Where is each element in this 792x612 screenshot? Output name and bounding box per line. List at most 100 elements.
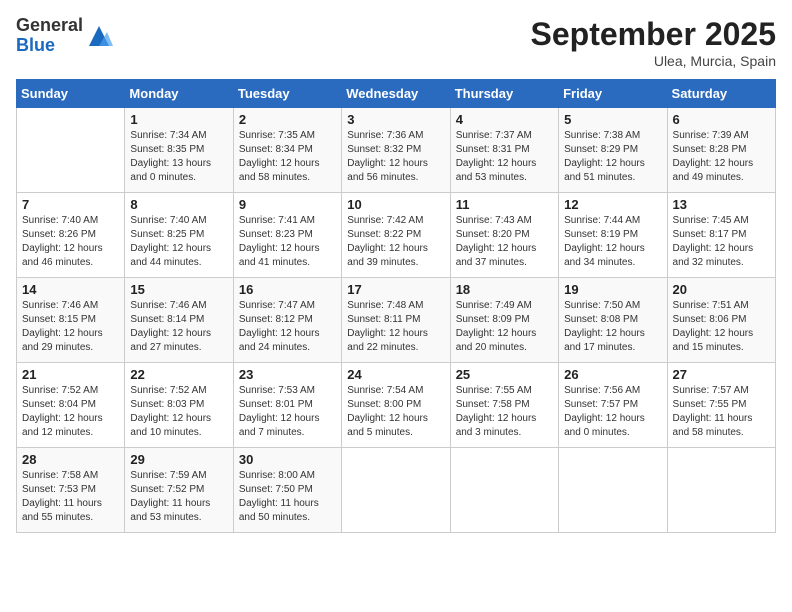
calendar-cell: 28Sunrise: 7:58 AMSunset: 7:53 PMDayligh… [17, 448, 125, 533]
calendar-cell: 20Sunrise: 7:51 AMSunset: 8:06 PMDayligh… [667, 278, 775, 363]
day-info: Sunrise: 7:38 AMSunset: 8:29 PMDaylight:… [564, 129, 661, 185]
day-info: Sunrise: 7:37 AMSunset: 8:31 PMDaylight:… [456, 129, 553, 185]
calendar-cell: 26 Sunrise: 7:56 AMSunset: 7:57 PMDayligh… [559, 363, 667, 448]
day-info: Sunrise: 7:52 AMSunset: 8:04 PMDaylight:… [22, 384, 119, 440]
day-number: 27 [673, 367, 770, 382]
day-info: Sunrise: 7:49 AMSunset: 8:09 PMDaylight:… [456, 299, 553, 355]
calendar-cell [450, 448, 558, 533]
calendar-cell: 18 Sunrise: 7:49 AMSunset: 8:09 PMDayligh… [450, 278, 558, 363]
week-row-5: 28Sunrise: 7:58 AMSunset: 7:53 PMDayligh… [17, 448, 776, 533]
day-number: 29 [130, 452, 227, 467]
day-number: 17 [347, 282, 444, 297]
day-info: Sunrise: 7:40 AMSunset: 8:25 PMDaylight:… [130, 214, 227, 270]
calendar-cell: 15Sunrise: 7:46 AMSunset: 8:14 PMDayligh… [125, 278, 233, 363]
day-info: Sunrise: 7:35 AMSunset: 8:34 PMDaylight:… [239, 129, 336, 185]
calendar-cell: 29 Sunrise: 7:59 AMSunset: 7:52 PMDayligh… [125, 448, 233, 533]
day-info: Sunrise: 7:53 AMSunset: 8:01 PMDaylight:… [239, 384, 336, 440]
weekday-header-tuesday: Tuesday [233, 80, 341, 108]
day-info: Sunrise: 7:52 AMSunset: 8:03 PMDaylight:… [130, 384, 227, 440]
month-title: September 2025 [531, 16, 776, 53]
day-info: Sunrise: 7:43 AMSunset: 8:20 PMDaylight:… [456, 214, 553, 270]
day-info: Sunrise: 7:40 AMSunset: 8:26 PMDaylight:… [22, 214, 119, 270]
calendar-cell [559, 448, 667, 533]
calendar-cell: 6Sunrise: 7:39 AMSunset: 8:28 PMDaylight… [667, 108, 775, 193]
day-info: Sunrise: 7:54 AMSunset: 8:00 PMDaylight:… [347, 384, 444, 440]
calendar-table: SundayMondayTuesdayWednesdayThursdayFrid… [16, 79, 776, 533]
weekday-header-row: SundayMondayTuesdayWednesdayThursdayFrid… [17, 80, 776, 108]
logo-general: General [16, 16, 83, 36]
day-number: 30 [239, 452, 336, 467]
day-number: 4 [456, 112, 553, 127]
day-info: Sunrise: 7:59 AMSunset: 7:52 PMDaylight:… [130, 469, 227, 525]
day-info: Sunrise: 7:42 AMSunset: 8:22 PMDaylight:… [347, 214, 444, 270]
day-info: Sunrise: 7:46 AMSunset: 8:14 PMDaylight:… [130, 299, 227, 355]
weekday-header-friday: Friday [559, 80, 667, 108]
day-info: Sunrise: 7:50 AMSunset: 8:08 PMDaylight:… [564, 299, 661, 355]
day-number: 14 [22, 282, 119, 297]
location: Ulea, Murcia, Spain [531, 53, 776, 69]
day-number: 5 [564, 112, 661, 127]
day-number: 18 [456, 282, 553, 297]
weekday-header-saturday: Saturday [667, 80, 775, 108]
calendar-cell: 19 Sunrise: 7:50 AMSunset: 8:08 PMDayligh… [559, 278, 667, 363]
calendar-cell: 23 Sunrise: 7:53 AMSunset: 8:01 PMDayligh… [233, 363, 341, 448]
weekday-header-thursday: Thursday [450, 80, 558, 108]
day-info: Sunrise: 7:45 AMSunset: 8:17 PMDaylight:… [673, 214, 770, 270]
day-info: Sunrise: 7:57 AMSunset: 7:55 PMDaylight:… [673, 384, 770, 440]
calendar-cell: 9 Sunrise: 7:41 AMSunset: 8:23 PMDaylight… [233, 193, 341, 278]
week-row-3: 14 Sunrise: 7:46 AMSunset: 8:15 PMDayligh… [17, 278, 776, 363]
title-block: September 2025 Ulea, Murcia, Spain [531, 16, 776, 69]
day-number: 10 [347, 197, 444, 212]
week-row-4: 21 Sunrise: 7:52 AMSunset: 8:04 PMDayligh… [17, 363, 776, 448]
day-info: Sunrise: 7:56 AMSunset: 7:57 PMDaylight:… [564, 384, 661, 440]
calendar-cell: 3 Sunrise: 7:36 AMSunset: 8:32 PMDaylight… [342, 108, 450, 193]
calendar-cell: 11 Sunrise: 7:43 AMSunset: 8:20 PMDayligh… [450, 193, 558, 278]
day-number: 13 [673, 197, 770, 212]
calendar-cell: 8 Sunrise: 7:40 AMSunset: 8:25 PMDaylight… [125, 193, 233, 278]
day-number: 24 [347, 367, 444, 382]
day-info: Sunrise: 7:51 AMSunset: 8:06 PMDaylight:… [673, 299, 770, 355]
calendar-cell: 12 Sunrise: 7:44 AMSunset: 8:19 PMDayligh… [559, 193, 667, 278]
weekday-header-monday: Monday [125, 80, 233, 108]
day-info: Sunrise: 7:41 AMSunset: 8:23 PMDaylight:… [239, 214, 336, 270]
calendar-cell: 21 Sunrise: 7:52 AMSunset: 8:04 PMDayligh… [17, 363, 125, 448]
calendar-cell [342, 448, 450, 533]
day-number: 21 [22, 367, 119, 382]
page-header: General Blue September 2025 Ulea, Murcia… [16, 16, 776, 69]
week-row-1: 1Sunrise: 7:34 AMSunset: 8:35 PMDaylight… [17, 108, 776, 193]
logo-blue: Blue [16, 36, 83, 56]
day-number: 2 [239, 112, 336, 127]
week-row-2: 7 Sunrise: 7:40 AMSunset: 8:26 PMDaylight… [17, 193, 776, 278]
day-number: 23 [239, 367, 336, 382]
day-info: Sunrise: 8:00 AMSunset: 7:50 PMDaylight:… [239, 469, 336, 525]
day-info: Sunrise: 7:36 AMSunset: 8:32 PMDaylight:… [347, 129, 444, 185]
day-info: Sunrise: 7:55 AMSunset: 7:58 PMDaylight:… [456, 384, 553, 440]
day-number: 12 [564, 197, 661, 212]
calendar-cell: 5 Sunrise: 7:38 AMSunset: 8:29 PMDaylight… [559, 108, 667, 193]
day-number: 16 [239, 282, 336, 297]
day-number: 22 [130, 367, 227, 382]
day-info: Sunrise: 7:44 AMSunset: 8:19 PMDaylight:… [564, 214, 661, 270]
day-info: Sunrise: 7:34 AMSunset: 8:35 PMDaylight:… [130, 129, 227, 185]
day-info: Sunrise: 7:46 AMSunset: 8:15 PMDaylight:… [22, 299, 119, 355]
calendar-cell: 17Sunrise: 7:48 AMSunset: 8:11 PMDayligh… [342, 278, 450, 363]
day-number: 25 [456, 367, 553, 382]
calendar-cell: 27 Sunrise: 7:57 AMSunset: 7:55 PMDayligh… [667, 363, 775, 448]
day-number: 26 [564, 367, 661, 382]
day-number: 11 [456, 197, 553, 212]
logo: General Blue [16, 16, 113, 56]
day-number: 19 [564, 282, 661, 297]
calendar-cell: 7 Sunrise: 7:40 AMSunset: 8:26 PMDaylight… [17, 193, 125, 278]
day-number: 7 [22, 197, 119, 212]
calendar-cell: 14 Sunrise: 7:46 AMSunset: 8:15 PMDayligh… [17, 278, 125, 363]
day-number: 6 [673, 112, 770, 127]
logo-icon [85, 22, 113, 50]
day-number: 3 [347, 112, 444, 127]
calendar-cell: 1Sunrise: 7:34 AMSunset: 8:35 PMDaylight… [125, 108, 233, 193]
day-number: 9 [239, 197, 336, 212]
calendar-cell: 25 Sunrise: 7:55 AMSunset: 7:58 PMDayligh… [450, 363, 558, 448]
day-number: 8 [130, 197, 227, 212]
logo-text: General Blue [16, 16, 83, 56]
calendar-cell: 24 Sunrise: 7:54 AMSunset: 8:00 PMDayligh… [342, 363, 450, 448]
calendar-cell: 30 Sunrise: 8:00 AMSunset: 7:50 PMDayligh… [233, 448, 341, 533]
